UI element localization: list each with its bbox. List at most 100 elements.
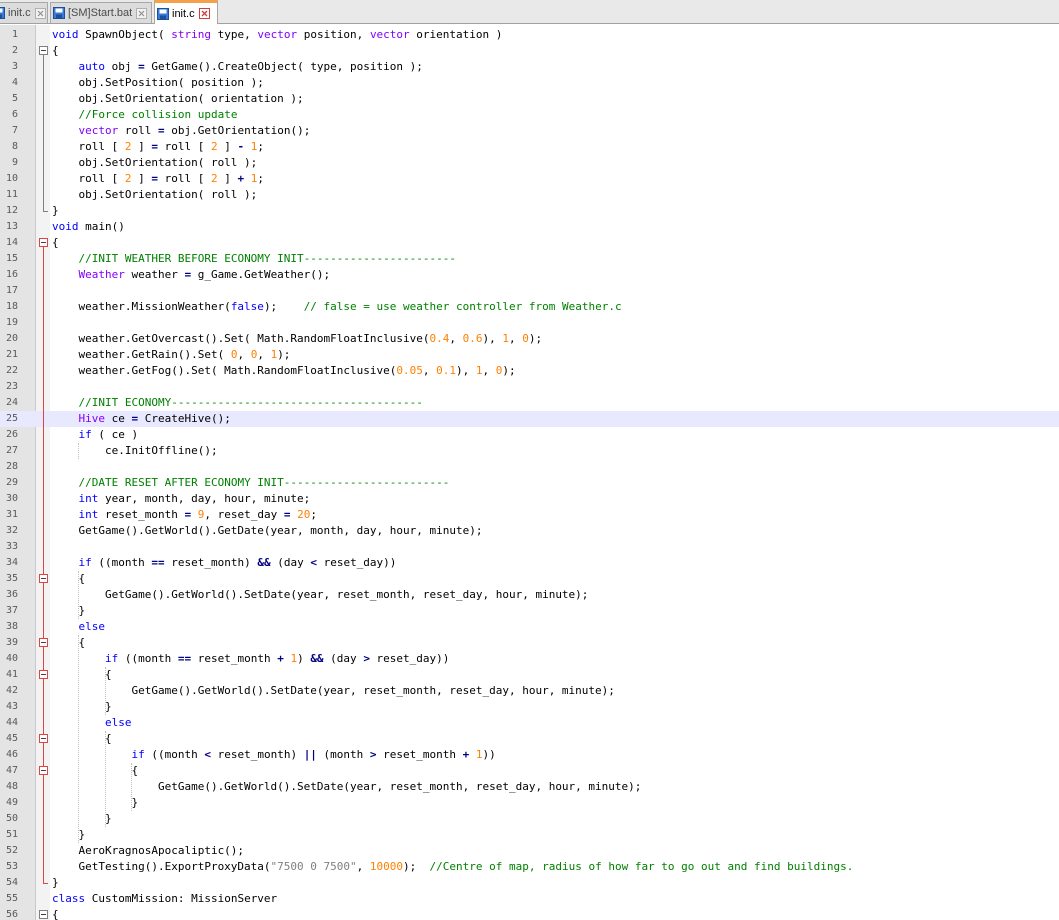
code-text[interactable]: obj.SetOrientation( roll ); (52, 187, 257, 203)
code-line[interactable]: 32 GetGame().GetWorld().GetDate(year, mo… (0, 523, 1059, 539)
code-line[interactable]: 6 //Force collision update (0, 107, 1059, 123)
fold-toggle-icon[interactable] (39, 638, 48, 647)
code-text[interactable]: } (52, 699, 112, 715)
code-text[interactable]: if ((month < reset_month) || (month > re… (52, 747, 495, 763)
code-line[interactable]: 3 auto obj = GetGame().CreateObject( typ… (0, 59, 1059, 75)
code-line[interactable]: 19 (0, 315, 1059, 331)
code-text[interactable]: //DATE RESET AFTER ECONOMY INIT---------… (52, 475, 450, 491)
code-line[interactable]: 8 roll [ 2 ] = roll [ 2 ] - 1; (0, 139, 1059, 155)
code-line[interactable]: 37 } (0, 603, 1059, 619)
close-icon[interactable] (136, 7, 148, 19)
code-line[interactable]: 13 void main() (0, 219, 1059, 235)
code-editor[interactable]: 1 void SpawnObject( string type, vector p… (0, 25, 1059, 920)
code-text[interactable]: GetGame().GetWorld().GetDate(year, month… (52, 523, 482, 539)
code-line[interactable]: 55 class CustomMission: MissionServer (0, 891, 1059, 907)
code-line[interactable]: 4 obj.SetPosition( position ); (0, 75, 1059, 91)
code-line[interactable]: 40 if ((month == reset_month + 1) && (da… (0, 651, 1059, 667)
code-text[interactable]: { (52, 571, 85, 587)
code-line[interactable]: 30 int year, month, day, hour, minute; (0, 491, 1059, 507)
code-text[interactable]: else (52, 619, 106, 635)
code-text[interactable]: } (52, 811, 112, 827)
code-text[interactable]: int reset_month = 9, reset_day = 20; (52, 507, 317, 523)
code-line[interactable]: 9 obj.SetOrientation( roll ); (0, 155, 1059, 171)
code-text[interactable]: { (52, 763, 138, 779)
code-line[interactable]: 41 { (0, 667, 1059, 683)
code-text[interactable]: vector roll = obj.GetOrientation(); (52, 123, 311, 139)
code-text[interactable]: if ((month == reset_month) && (day < res… (52, 555, 397, 571)
code-line[interactable]: 53 GetTesting().ExportProxyData("7500 0 … (0, 859, 1059, 875)
close-icon[interactable] (34, 7, 46, 19)
code-line[interactable]: 36 GetGame().GetWorld().SetDate(year, re… (0, 587, 1059, 603)
code-line[interactable]: 15 //INIT WEATHER BEFORE ECONOMY INIT---… (0, 251, 1059, 267)
code-text[interactable]: class CustomMission: MissionServer (52, 891, 277, 907)
code-text[interactable]: Hive ce = CreateHive(); (52, 411, 231, 427)
fold-toggle-icon[interactable] (39, 670, 48, 679)
code-line[interactable]: 20 weather.GetOvercast().Set( Math.Rando… (0, 331, 1059, 347)
code-line[interactable]: 39 { (0, 635, 1059, 651)
code-line[interactable]: 38 else (0, 619, 1059, 635)
code-line[interactable]: 43 } (0, 699, 1059, 715)
code-line[interactable]: 12} (0, 203, 1059, 219)
code-line[interactable]: 47 { (0, 763, 1059, 779)
code-text[interactable]: roll [ 2 ] = roll [ 2 ] + 1; (52, 171, 263, 187)
code-line[interactable]: 28 (0, 459, 1059, 475)
code-line[interactable]: 52 AeroKragnosApocaliptic(); (0, 843, 1059, 859)
code-line[interactable]: 5 obj.SetOrientation( orientation ); (0, 91, 1059, 107)
code-text[interactable]: } (52, 795, 138, 811)
code-line[interactable]: 48 GetGame().GetWorld().SetDate(year, re… (0, 779, 1059, 795)
code-line[interactable]: 24 //INIT ECONOMY-----------------------… (0, 395, 1059, 411)
code-line[interactable]: 21 weather.GetRain().Set( 0, 0, 1); (0, 347, 1059, 363)
code-text[interactable]: Weather weather = g_Game.GetWeather(); (52, 267, 331, 283)
code-text[interactable]: { (52, 635, 85, 651)
code-text[interactable]: auto obj = GetGame().CreateObject( type,… (52, 59, 423, 75)
code-line[interactable]: 14 { (0, 235, 1059, 251)
code-text[interactable]: { (52, 907, 59, 920)
fold-toggle-icon[interactable] (39, 910, 48, 919)
code-line[interactable]: 50 } (0, 811, 1059, 827)
code-line[interactable]: 45 { (0, 731, 1059, 747)
code-line[interactable]: 34 if ((month == reset_month) && (day < … (0, 555, 1059, 571)
tab-sm-start-bat[interactable]: [SM]Start.bat (50, 2, 152, 23)
code-text[interactable]: AeroKragnosApocaliptic(); (52, 843, 244, 859)
code-line[interactable]: 42 GetGame().GetWorld().SetDate(year, re… (0, 683, 1059, 699)
code-text[interactable]: { (52, 731, 112, 747)
code-line[interactable]: 10 roll [ 2 ] = roll [ 2 ] + 1; (0, 171, 1059, 187)
code-text[interactable]: GetGame().GetWorld().SetDate(year, reset… (52, 587, 588, 603)
code-line[interactable]: 1 void SpawnObject( string type, vector p… (0, 27, 1059, 43)
code-line[interactable]: 56 { (0, 907, 1059, 920)
code-line[interactable]: 11 obj.SetOrientation( roll ); (0, 187, 1059, 203)
code-line[interactable]: 27 ce.InitOffline(); (0, 443, 1059, 459)
code-line[interactable]: 46 if ((month < reset_month) || (month >… (0, 747, 1059, 763)
code-line[interactable]: 44 else (0, 715, 1059, 731)
code-text[interactable]: else (52, 715, 132, 731)
code-line[interactable]: 25 Hive ce = CreateHive(); (0, 411, 1059, 427)
code-text[interactable]: //INIT ECONOMY--------------------------… (52, 395, 423, 411)
code-text[interactable]: void main() (52, 219, 125, 235)
code-line[interactable]: 23 (0, 379, 1059, 395)
code-text[interactable]: obj.SetOrientation( roll ); (52, 155, 257, 171)
code-text[interactable]: { (52, 667, 112, 683)
code-text[interactable]: } (52, 603, 85, 619)
code-text[interactable]: obj.SetOrientation( orientation ); (52, 91, 303, 107)
fold-toggle-icon[interactable] (39, 574, 48, 583)
code-text[interactable]: weather.GetOvercast().Set( Math.RandomFl… (52, 331, 542, 347)
code-text[interactable]: ce.InitOffline(); (52, 443, 218, 459)
code-line[interactable]: 29 //DATE RESET AFTER ECONOMY INIT------… (0, 475, 1059, 491)
code-text[interactable]: } (52, 827, 85, 843)
code-line[interactable]: 31 int reset_month = 9, reset_day = 20; (0, 507, 1059, 523)
code-text[interactable]: { (52, 235, 59, 251)
code-text[interactable]: GetGame().GetWorld().SetDate(year, reset… (52, 683, 614, 699)
code-text[interactable]: GetGame().GetWorld().SetDate(year, reset… (52, 779, 641, 795)
code-line[interactable]: 18 weather.MissionWeather(false); // fal… (0, 299, 1059, 315)
code-text[interactable]: GetTesting().ExportProxyData("7500 0 750… (52, 859, 853, 875)
code-text[interactable]: //Force collision update (52, 107, 238, 123)
code-text[interactable]: } (52, 875, 59, 891)
tab-init-c-1[interactable]: init.c (0, 2, 48, 23)
code-line[interactable]: 17 (0, 283, 1059, 299)
code-text[interactable]: if ( ce ) (52, 427, 139, 443)
close-icon[interactable] (198, 8, 210, 19)
code-line[interactable]: 51 } (0, 827, 1059, 843)
code-text[interactable]: int year, month, day, hour, minute; (52, 491, 311, 507)
code-line[interactable]: 7 vector roll = obj.GetOrientation(); (0, 123, 1059, 139)
code-text[interactable]: } (52, 203, 59, 219)
